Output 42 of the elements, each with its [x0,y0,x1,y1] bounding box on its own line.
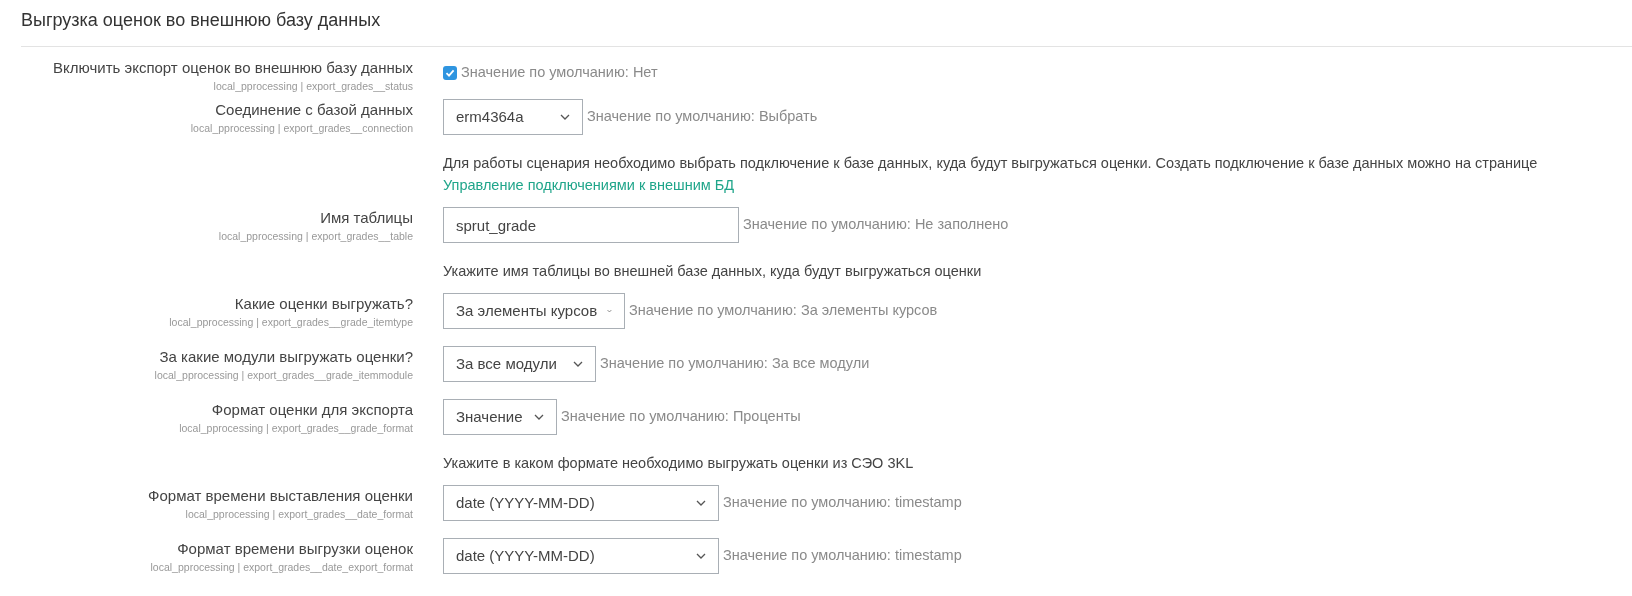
select-field[interactable]: За все модули [443,346,596,382]
default-value: Значение по умолчанию: За элементы курсов [629,301,938,321]
setting-label: Имя таблицы [320,208,413,228]
default-value: Значение по умолчанию: timestamp [723,546,962,566]
description-text: Для работы сценария необходимо выбрать подключение к базе данных, куда будут выгружаться оценки. Создать подключение к базе данных можно на странице Управление подключениями к внешним БД [443,154,1539,195]
setting-key: local_pprocessing | export_grades__grade_itemmodule [154,368,413,382]
default-value: Значение по умолчанию: Нет [461,63,658,83]
text-field[interactable]: sprut_grade [443,207,739,243]
default-value: Значение по умолчанию: Проценты [561,407,801,427]
setting-key: local_pprocessing | export_grades__status [213,79,413,93]
section-title: Выгрузка оценок во внешнюю базу данных [21,9,382,32]
description-text: Укажите имя таблицы во внешней базе данных, куда будут выгружаться оценки [443,262,983,281]
setting-key: local_pprocessing | export_grades__connection [190,121,413,135]
chevron-down-icon [696,500,706,506]
default-value: Значение по умолчанию: timestamp [723,493,962,513]
setting-label: Формат времени выгрузки оценок [177,539,413,559]
setting-label: Включить экспорт оценок во внешнюю базу данных [53,58,413,78]
select-field[interactable]: Значение [443,399,557,435]
select-field[interactable]: За элементы курсов [443,293,625,329]
setting-label: Какие оценки выгружать? [234,294,413,314]
setting-key: local_pprocessing | export_grades__table [218,229,413,243]
setting-label: Формат оценки для экспорта [211,400,413,420]
chevron-down-icon [696,553,706,559]
checkbox[interactable] [443,66,457,80]
setting-label: За какие модули выгружать оценки? [159,347,413,367]
description-text: Укажите в каком формате необходимо выгружать оценки из СЭО 3KL [443,454,915,473]
setting-label: Соединение с базой данных [215,100,413,120]
chevron-down-icon [573,361,583,367]
default-value: Значение по умолчанию: Не заполнено [743,215,1009,235]
chevron-down-icon [534,414,544,420]
select-field[interactable]: date (YYYY-MM-DD) [443,538,719,574]
setting-key: local_pprocessing | export_grades__date_export_format [150,560,413,574]
default-value: Значение по умолчанию: За все модули [600,354,870,374]
setting-key: local_pprocessing | export_grades__grade_format [179,421,413,435]
select-field[interactable]: erm4364a [443,99,583,135]
setting-key: local_pprocessing | export_grades__date_format [185,507,413,521]
chevron-down-icon [607,308,612,314]
setting-label: Формат времени выставления оценки [148,486,413,506]
chevron-down-icon [560,114,570,120]
select-field[interactable]: date (YYYY-MM-DD) [443,485,719,521]
setting-key: local_pprocessing | export_grades__grade_itemtype [169,315,413,329]
default-value: Значение по умолчанию: Выбрать [587,107,818,127]
